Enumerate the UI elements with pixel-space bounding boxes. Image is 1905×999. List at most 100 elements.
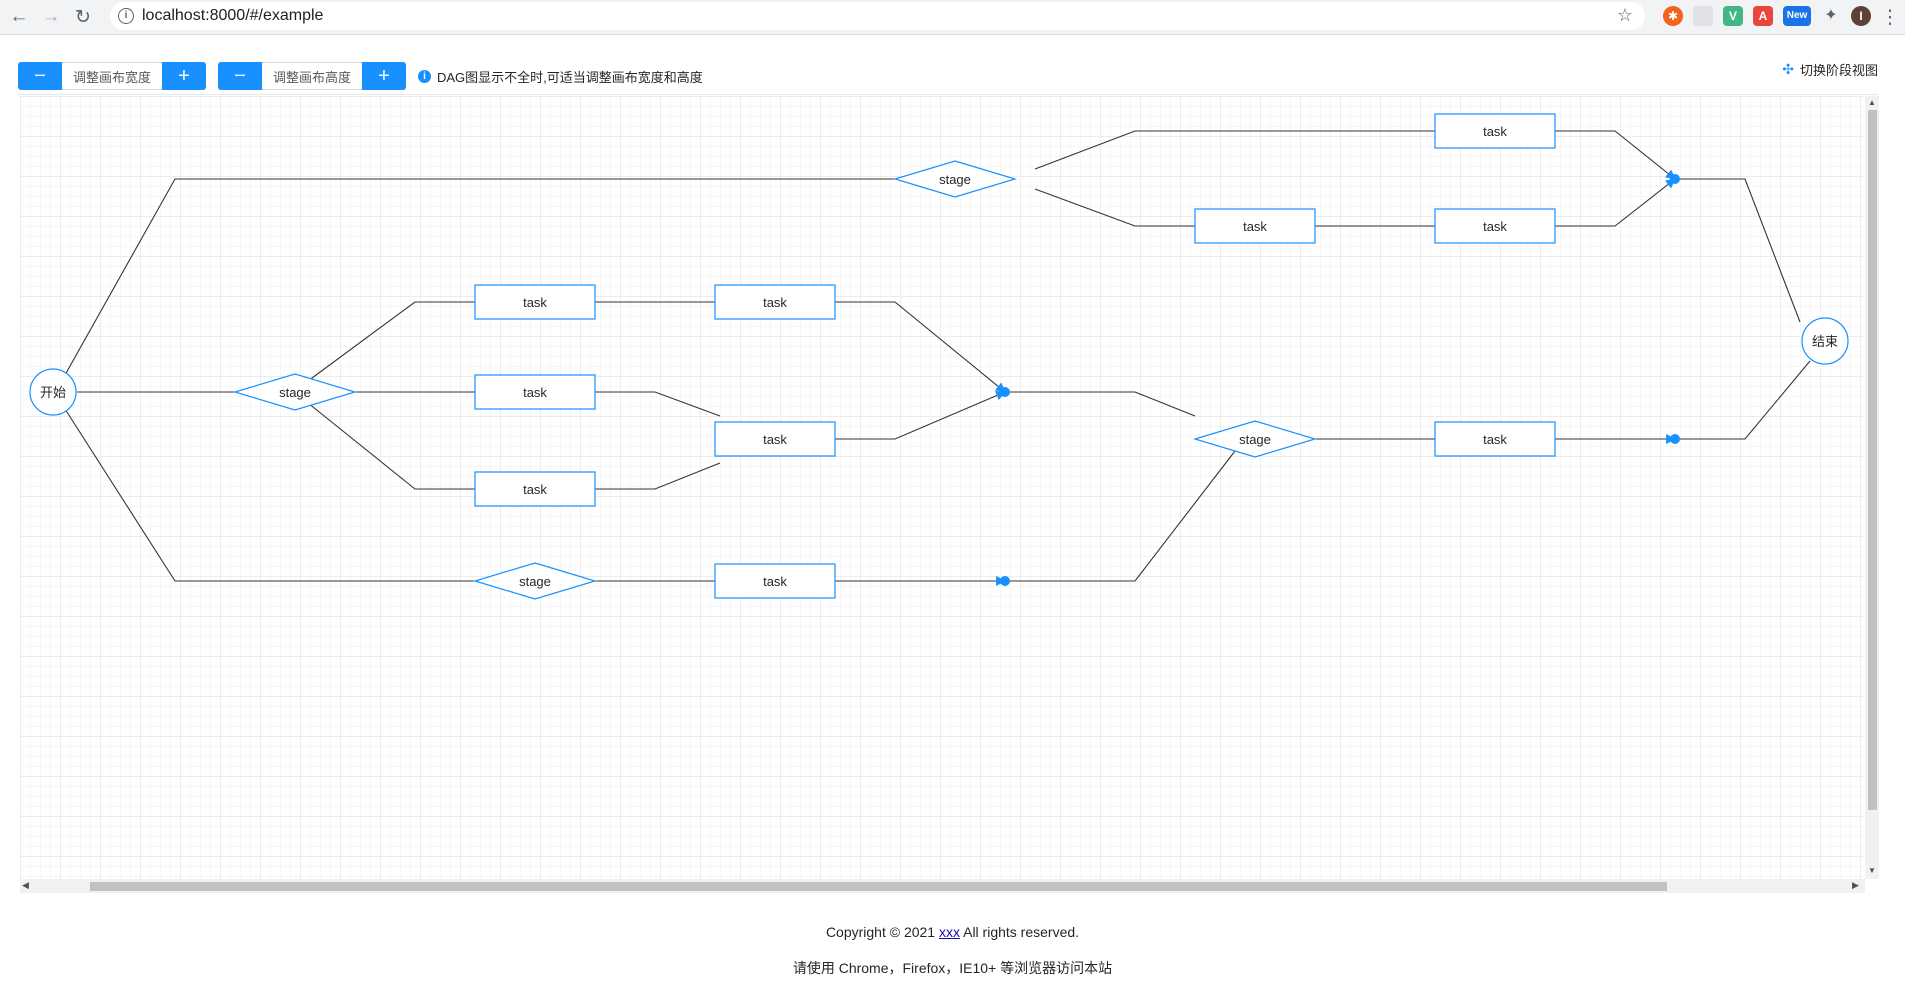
edge (1005, 450, 1236, 582)
stage-node[interactable]: stage (1192, 420, 1318, 458)
task-node[interactable]: task (474, 374, 596, 410)
decrease-height-button[interactable]: − (218, 62, 262, 90)
increase-width-button[interactable]: + (162, 62, 206, 90)
join-points (1000, 174, 1680, 586)
forward-icon[interactable]: → (38, 4, 64, 30)
task-node-label: task (1483, 219, 1507, 234)
edge (1005, 391, 1196, 417)
vue-devtools-icon[interactable]: V (1723, 6, 1743, 26)
stage-node-label: stage (279, 385, 311, 400)
join-point (1000, 387, 1010, 397)
switch-stage-view-button[interactable]: ✣ 切换阶段视图 (1782, 60, 1878, 79)
task-node[interactable]: task (1434, 208, 1556, 244)
horizontal-scroll-thumb[interactable] (90, 882, 1667, 891)
browser-menu-icon[interactable]: ⋮ (1877, 4, 1903, 30)
edge (835, 301, 1006, 393)
task-node-label: task (523, 482, 547, 497)
edge (1034, 188, 1195, 227)
dag-toolbar: − 调整画布宽度 + − 调整画布高度 + i DAG图显示不全时,可适当调整画… (18, 54, 1878, 95)
task-node[interactable]: task (474, 471, 596, 507)
switch-stage-view-label: 切换阶段视图 (1799, 63, 1878, 78)
extension-orange-icon[interactable]: ✱ (1663, 6, 1683, 26)
copyright-suffix: All rights reserved. (959, 924, 1080, 940)
extension-new-icon[interactable]: New (1783, 6, 1811, 26)
dag-graph: 开始 结束 stage stage stage stage task task … (29, 113, 1849, 600)
extension-grey-icon[interactable] (1693, 6, 1713, 26)
join-point (1000, 576, 1010, 586)
task-node-label: task (523, 385, 547, 400)
scroll-left-icon[interactable]: ◀ (22, 880, 29, 891)
edge (1675, 178, 1801, 323)
canvas-width-label: 调整画布宽度 (62, 62, 162, 90)
scroll-down-icon[interactable]: ▼ (1868, 866, 1876, 875)
stage-node-label: stage (519, 574, 551, 589)
task-node-label: task (1483, 432, 1507, 447)
scroll-right-icon[interactable]: ▶ (1852, 880, 1859, 891)
start-node-label: 开始 (40, 385, 66, 400)
back-icon[interactable]: ← (6, 4, 32, 30)
edge (64, 178, 955, 376)
stage-node-label: stage (939, 172, 971, 187)
task-node[interactable]: task (1434, 113, 1556, 149)
canvas-height-control: − 调整画布高度 + (218, 62, 406, 90)
url-text[interactable]: localhost:8000/#/example (142, 7, 323, 25)
stage-node[interactable]: stage (232, 373, 358, 411)
browser-notice: 请使用 Chrome，Firefox，IE10+ 等浏览器访问本站 (792, 960, 1113, 976)
canvas-hint: i DAG图显示不全时,可适当调整画布宽度和高度 (418, 67, 703, 86)
task-node[interactable]: task (474, 284, 596, 320)
stage-node-label: stage (1239, 432, 1271, 447)
edge (1675, 360, 1811, 440)
vertical-scrollbar[interactable]: ▲ ▼ (1865, 96, 1879, 879)
task-node[interactable]: task (1194, 208, 1316, 244)
decrease-width-button[interactable]: − (18, 62, 62, 90)
edge (307, 301, 475, 382)
horizontal-scrollbar[interactable]: ◀ ▶ (20, 879, 1865, 893)
canvas-width-control: − 调整画布宽度 + (18, 62, 206, 90)
task-node[interactable]: task (714, 284, 836, 320)
task-node-label: task (763, 574, 787, 589)
extensions-puzzle-icon[interactable]: ✦ (1821, 6, 1841, 26)
edge (595, 391, 721, 417)
join-point (1670, 434, 1680, 444)
scroll-up-icon[interactable]: ▲ (1868, 98, 1876, 107)
site-info-icon[interactable]: i (118, 8, 134, 24)
edge (1555, 178, 1676, 227)
task-node-label: task (1483, 124, 1507, 139)
end-node-label: 结束 (1812, 334, 1838, 349)
start-node[interactable]: 开始 (29, 368, 77, 416)
task-node-label: task (763, 432, 787, 447)
reload-icon[interactable]: ↻ (70, 4, 96, 30)
task-node[interactable]: task (714, 563, 836, 599)
task-node-label: task (763, 295, 787, 310)
copyright-link[interactable]: xxx (939, 924, 960, 940)
copyright-prefix: Copyright © 2021 (825, 924, 939, 940)
edge (307, 402, 475, 490)
task-node-label: task (523, 295, 547, 310)
edge (1034, 130, 1435, 170)
canvas-height-label: 调整画布高度 (262, 62, 362, 90)
bookmark-star-icon[interactable]: ☆ (1617, 5, 1633, 26)
address-bar[interactable]: i localhost:8000/#/example ☆ (110, 2, 1645, 30)
copyright: Copyright © 2021 xxx All rights reserved… (0, 924, 1905, 940)
canvas-hint-text: DAG图显示不全时,可适当调整画布宽度和高度 (437, 70, 703, 85)
vertical-scroll-thumb[interactable] (1868, 110, 1877, 810)
extension-red-icon[interactable]: A (1753, 6, 1773, 26)
task-node[interactable]: task (1434, 421, 1556, 457)
edges (64, 130, 1811, 586)
edge (64, 408, 475, 582)
stage-node[interactable]: stage (892, 160, 1018, 198)
stage-node[interactable]: stage (472, 562, 598, 600)
task-node-label: task (1243, 219, 1267, 234)
switch-view-icon: ✣ (1782, 61, 1794, 77)
join-point (1670, 174, 1680, 184)
browser-toolbar: ← → ↻ i localhost:8000/#/example ☆ ✱ V A… (0, 0, 1905, 35)
edge (1555, 130, 1676, 180)
profile-avatar[interactable]: I (1851, 6, 1871, 26)
task-node[interactable]: task (714, 421, 836, 457)
dag-canvas[interactable]: 开始 结束 stage stage stage stage task task … (20, 96, 1863, 879)
end-node[interactable]: 结束 (1801, 317, 1849, 365)
edge (595, 462, 721, 490)
increase-height-button[interactable]: + (362, 62, 406, 90)
info-circle-icon: i (418, 70, 431, 83)
edge (835, 390, 1006, 440)
